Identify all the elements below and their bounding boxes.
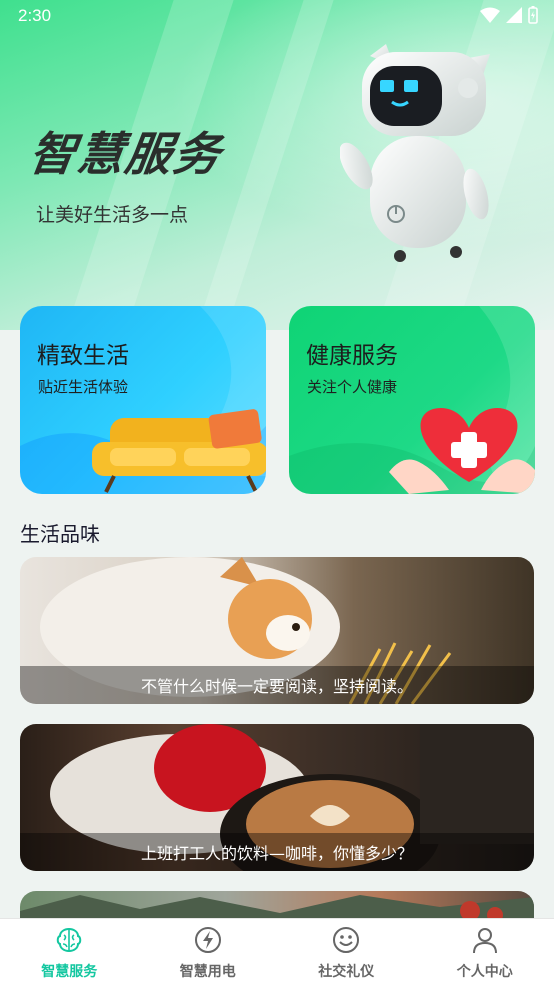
hero-title: 智慧服务 [25,127,226,181]
battery-icon [528,6,538,24]
brain-icon [57,927,82,953]
article-caption: 上班打工人的饮料—咖啡，你懂多少？ [20,833,534,871]
wifi-icon [480,7,500,23]
status-bar: 2:30 [0,0,554,32]
card-title: 精致生活 [37,343,129,369]
article-card-coffee[interactable]: 上班打工人的饮料—咖啡，你懂多少？ [20,724,534,871]
nav-label: 个人中心 [456,964,513,980]
card-subtitle: 关注个人健康 [307,378,398,396]
card-refined-life[interactable]: 精致生活 贴近生活体验 [20,306,266,494]
hero-subtitle: 让美好生活多一点 [36,204,189,226]
robot-illustration [340,44,490,262]
lightning-icon [194,927,221,953]
signal-icon [506,7,522,23]
nav-item-social-etiquette[interactable]: 社交礼仪 [277,919,416,984]
nav-label: 社交礼仪 [318,964,375,980]
section-title: 生活品味 [20,522,100,546]
nav-item-smart-electricity[interactable]: 智慧用电 [139,919,278,984]
sofa-icon [92,409,266,493]
status-time: 2:30 [18,6,52,25]
nav-label: 智慧服务 [41,964,98,980]
article-card-reading[interactable]: 不管什么时候一定要阅读，坚持阅读。 [20,557,534,704]
person-icon [472,928,497,954]
card-health-service[interactable]: 健康服务 关注个人健康 [289,306,535,494]
smile-icon [333,927,360,953]
hero-banner: 2:30 智慧服务 让美好生活多一点 [0,0,554,330]
heart-hands-icon [389,408,535,494]
card-subtitle: 贴近生活体验 [38,378,129,396]
bottom-nav: 智慧服务 智慧用电 社交礼仪 个人中心 [0,918,554,984]
nav-item-smart-service[interactable]: 智慧服务 [0,919,139,984]
nav-item-personal-center[interactable]: 个人中心 [416,919,554,984]
card-title: 健康服务 [306,343,398,369]
article-caption: 不管什么时候一定要阅读，坚持阅读。 [20,666,534,704]
nav-label: 智慧用电 [179,964,236,980]
